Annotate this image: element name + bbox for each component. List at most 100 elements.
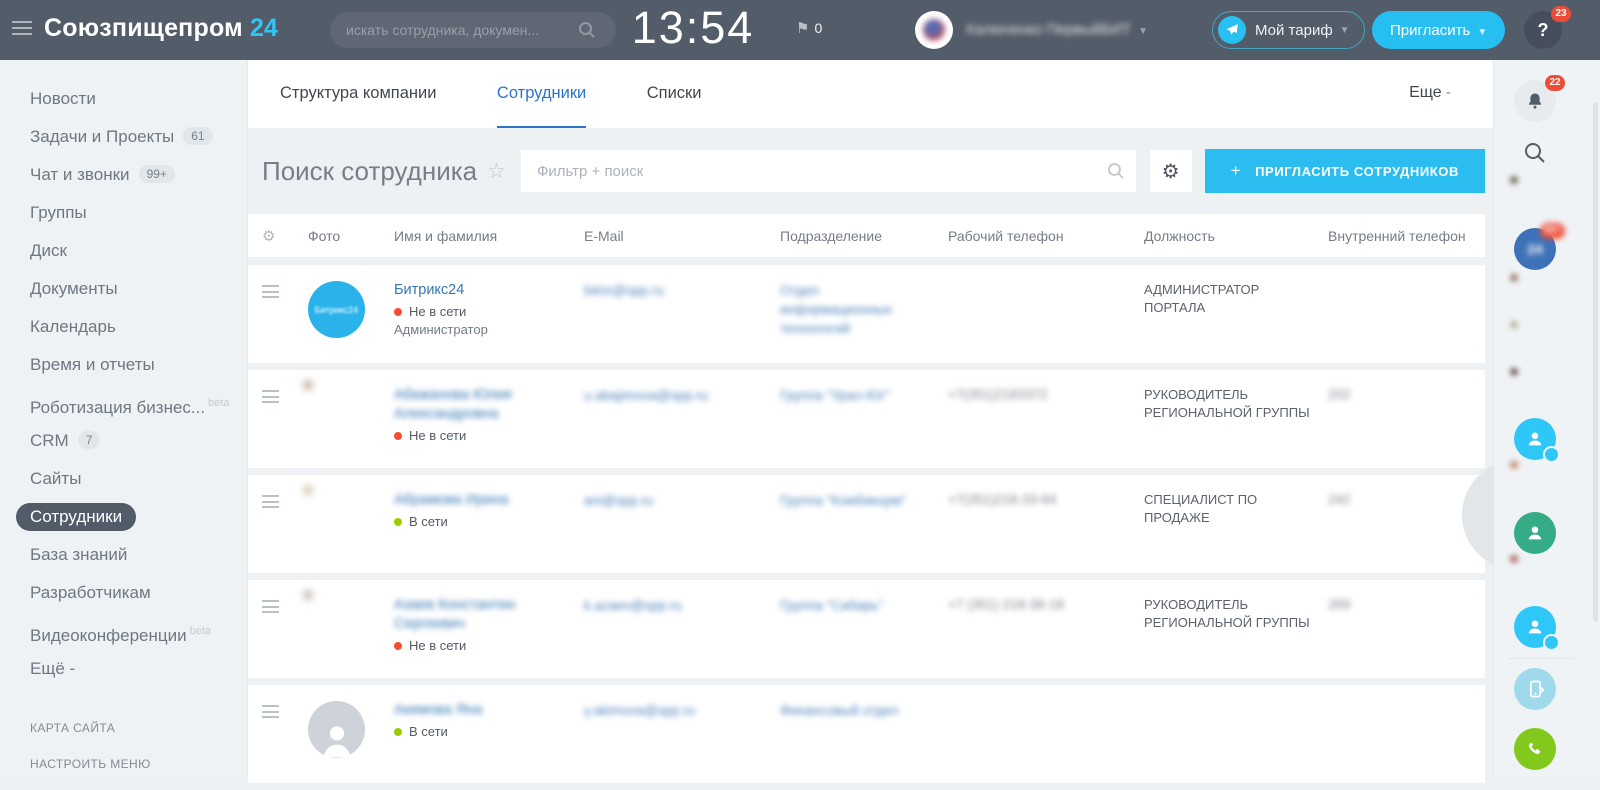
sitemap-link[interactable]: КАРТА САЙТА (30, 718, 247, 754)
sidebar-item-news[interactable]: Новости (30, 84, 247, 122)
sidebar-item-videoconf[interactable]: Видеоконференцииbeta (30, 616, 247, 654)
table-row[interactable]: Абрамова Ирина В сети ani@spp.ru Группа … (248, 475, 1485, 573)
favorite-star-icon[interactable]: ☆ (487, 159, 506, 184)
user-menu[interactable]: Халюченко ПервыйБИТ▼ (965, 0, 1148, 60)
column-header-department[interactable]: Подразделение (780, 228, 948, 244)
sidebar-item-groups[interactable]: Группы (30, 198, 247, 236)
invite-button[interactable]: Пригласить▼ (1372, 11, 1505, 49)
department-link[interactable]: Группа "Комбикорм" (780, 491, 924, 510)
sidebar-item-documents[interactable]: Документы (30, 274, 247, 312)
portal-logo[interactable]: Союзпищепром 24 (44, 14, 278, 43)
chat-contact[interactable] (1514, 606, 1556, 648)
avatar[interactable] (308, 701, 365, 758)
mobile-app-button[interactable] (1514, 668, 1556, 710)
internal-phone: 242 (1328, 492, 1351, 507)
person-icon (1524, 522, 1546, 544)
sidebar-item-disk[interactable]: Диск (30, 236, 247, 274)
column-header-position[interactable]: Должность (1144, 228, 1328, 244)
columns-gear-icon[interactable]: ⚙ (262, 227, 308, 245)
drag-handle-icon[interactable] (262, 390, 279, 403)
employee-name-link[interactable]: Битрикс24 (394, 281, 480, 300)
column-header-photo[interactable]: Фото (308, 228, 394, 244)
hamburger-menu-icon[interactable] (12, 21, 32, 37)
configure-menu-link[interactable]: НАСТРОИТЬ МЕНЮ (30, 754, 247, 790)
grid-settings-button[interactable]: ⚙ (1149, 149, 1193, 193)
employee-email-link[interactable]: u.abajimova@spp.ru (584, 386, 726, 405)
help-button[interactable]: ? 23 (1524, 11, 1562, 49)
working-time-clock[interactable]: 13:54 (608, 2, 778, 54)
column-header-internal-phone[interactable]: Внутренний телефон (1328, 228, 1485, 244)
internal-phone: 202 (1328, 387, 1351, 402)
flag-counter[interactable]: ⚑0 (796, 19, 822, 37)
filter-search-input[interactable] (520, 149, 1137, 193)
employee-name-link[interactable]: Абрамова Ирина (394, 491, 524, 510)
column-header-email[interactable]: E-Mail (584, 228, 780, 244)
phone-icon (1525, 739, 1545, 759)
sidebar-item-tasks[interactable]: Задачи и Проекты61 (30, 122, 247, 160)
chat-contact[interactable] (1514, 180, 1556, 222)
drag-handle-icon[interactable] (262, 285, 279, 298)
telephony-button[interactable] (1514, 728, 1556, 770)
sidebar-item-chat[interactable]: Чат и звонки99+ (30, 160, 247, 198)
table-row[interactable]: Акимова Яна В сети y.akimova@spp.ru Фина… (248, 685, 1485, 783)
chat-contact[interactable] (1514, 418, 1556, 460)
employee-email-link[interactable]: k.azaev@spp.ru (584, 596, 700, 615)
person-icon (1524, 616, 1546, 638)
employee-email-link[interactable]: ani@spp.ru (584, 491, 671, 510)
department-link[interactable]: Финансовый отдел (780, 701, 917, 720)
department-link[interactable]: Группа "Сибирь" (780, 596, 901, 615)
my-tariff-button[interactable]: Мой тариф ▼ (1212, 11, 1365, 49)
table-row[interactable]: Абажанова Юлия Александровна Не в сети u… (248, 370, 1485, 468)
rail-search-button[interactable] (1514, 132, 1556, 174)
employee-email-link[interactable]: y.akimova@spp.ru (584, 701, 713, 720)
invite-employees-button[interactable]: +ПРИГЛАСИТЬ СОТРУДНИКОВ (1205, 149, 1485, 193)
employee-name-link[interactable]: Абажанова Юлия Александровна (394, 386, 584, 424)
column-header-work-phone[interactable]: Рабочий телефон (948, 228, 1144, 244)
department-link[interactable]: Группа "Урал-Юг" (780, 386, 908, 405)
page-title: Поиск сотрудника (262, 156, 477, 187)
global-search-input[interactable] (330, 12, 616, 48)
gear-icon: ⚙ (1162, 159, 1180, 184)
beta-label: beta (190, 625, 211, 637)
sidebar-item-developers[interactable]: Разработчикам (30, 578, 247, 616)
table-header: ⚙ Фото Имя и фамилия E-Mail Подразделени… (248, 214, 1485, 258)
drag-handle-icon[interactable] (262, 705, 279, 718)
table-row[interactable]: Битрикс24 Битрикс24 Не в сети Администра… (248, 265, 1485, 363)
tab-lists[interactable]: Списки (647, 60, 702, 126)
employee-name-link[interactable]: Азаев Константин Сергеевич (394, 596, 584, 634)
sidebar-item-knowledge-base[interactable]: База знаний (30, 540, 247, 578)
tabs-more-dropdown[interactable]: Еще- (1409, 60, 1451, 126)
avatar[interactable]: Битрикс24 (308, 281, 365, 338)
scrollbar[interactable] (1593, 102, 1598, 622)
employee-email-link[interactable]: bitrix@spp.ru (584, 281, 682, 300)
offline-dot-icon (394, 432, 402, 440)
department-link[interactable]: Отдел информационных технологий (780, 281, 948, 338)
drag-handle-icon[interactable] (262, 600, 279, 613)
bitrix24-network-contact[interactable]: 24 99+ (1514, 228, 1556, 270)
status-badge: В сети (394, 514, 584, 529)
drag-handle-icon[interactable] (262, 495, 279, 508)
chat-contact[interactable] (1514, 465, 1556, 507)
chat-contact[interactable] (1514, 559, 1556, 601)
search-icon (1523, 141, 1547, 165)
tab-company-structure[interactable]: Структура компании (280, 60, 436, 126)
search-icon (578, 21, 596, 39)
tab-employees[interactable]: Сотрудники (497, 60, 586, 128)
sidebar-item-rpa[interactable]: Роботизация бизнес...beta (30, 388, 247, 426)
sidebar-item-calendar[interactable]: Календарь (30, 312, 247, 350)
employee-name-link[interactable]: Акимова Яна (394, 701, 498, 720)
sidebar-item-more[interactable]: Ещё - (30, 654, 247, 692)
work-phone: +7(351)218-33-84 (948, 492, 1056, 507)
chat-contact[interactable] (1514, 325, 1556, 367)
chat-contact[interactable] (1514, 372, 1556, 414)
user-avatar[interactable] (915, 11, 953, 49)
sidebar-item-time-reports[interactable]: Время и отчеты (30, 350, 247, 388)
column-header-name[interactable]: Имя и фамилия (394, 228, 584, 244)
chat-contact[interactable] (1514, 512, 1556, 554)
notifications-button[interactable]: 22 (1514, 80, 1556, 122)
sidebar-item-crm[interactable]: CRM7 (30, 426, 247, 464)
table-row[interactable]: Азаев Константин Сергеевич Не в сети k.a… (248, 580, 1485, 678)
sidebar-item-sites[interactable]: Сайты (30, 464, 247, 502)
sidebar-item-employees[interactable]: Сотрудники (30, 502, 247, 540)
chat-contact[interactable] (1514, 278, 1556, 320)
